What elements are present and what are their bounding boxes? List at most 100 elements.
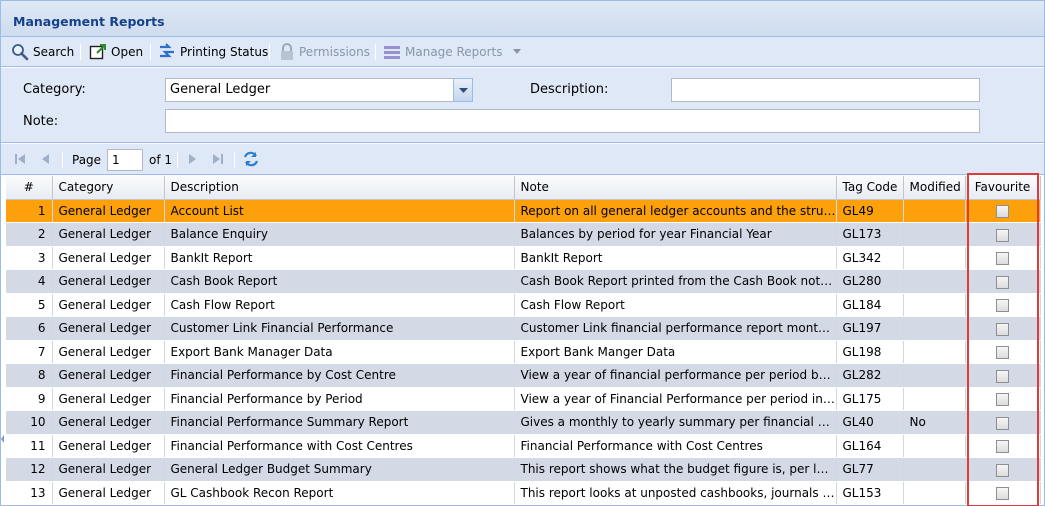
note-label: Note: xyxy=(23,114,59,129)
category-cell: General Ledger xyxy=(52,340,165,364)
grid-header-row: # Category Description Note Tag Code Mod… xyxy=(6,176,1041,200)
favourite-checkbox[interactable] xyxy=(996,393,1009,407)
row-number-cell: 4 xyxy=(6,269,53,294)
favourite-checkbox[interactable] xyxy=(996,463,1009,477)
category-select[interactable]: General Ledger xyxy=(165,78,473,102)
reports-grid: # Category Description Note Tag Code Mod… xyxy=(6,176,1041,505)
chevron-down-icon xyxy=(512,49,521,55)
management-reports-panel: Management Reports Search Open Printing … xyxy=(0,0,1045,506)
description-cell: Financial Performance Summary Report xyxy=(164,410,515,435)
table-row[interactable]: 5 General Ledger Cash Flow Report Cash Flow… xyxy=(6,293,1041,317)
list-icon xyxy=(383,44,401,60)
category-dropdown-trigger[interactable] xyxy=(453,78,473,102)
tag-code-cell: GL164 xyxy=(836,434,904,458)
favourite-checkbox[interactable] xyxy=(996,487,1009,501)
note-cell: View a year of Financial Performance per… xyxy=(514,387,837,411)
favourite-checkbox[interactable] xyxy=(996,252,1009,266)
column-header-description[interactable]: Description xyxy=(164,176,515,200)
table-row[interactable]: 9 General Ledger Financial Performance by … xyxy=(6,387,1041,411)
description-input[interactable] xyxy=(671,78,980,102)
table-row[interactable]: 11 General Ledger Financial Performance wi… xyxy=(6,434,1041,458)
table-row[interactable]: 10 General Ledger Financial Performance Su… xyxy=(6,410,1041,435)
tag-code-cell: GL175 xyxy=(836,387,904,411)
first-page-icon[interactable] xyxy=(13,152,27,169)
table-row[interactable]: 2 General Ledger Balance Enquiry Balances b… xyxy=(6,222,1041,247)
favourite-checkbox[interactable] xyxy=(996,275,1009,289)
category-cell: General Ledger xyxy=(52,363,165,388)
favourite-cell xyxy=(965,410,1041,435)
note-cell: Balances by period for year Financial Ye… xyxy=(514,222,837,247)
favourite-cell xyxy=(965,481,1041,505)
column-header-category[interactable]: Category xyxy=(52,176,165,200)
favourite-cell xyxy=(965,269,1041,294)
note-cell: Gives a monthly to yearly summary per fi… xyxy=(514,410,837,435)
favourite-checkbox[interactable] xyxy=(996,346,1009,360)
table-row[interactable]: 1 General Ledger Account List Report on all… xyxy=(6,199,1041,223)
favourite-cell xyxy=(965,457,1041,482)
chevron-down-icon xyxy=(458,83,468,98)
modified-cell xyxy=(903,481,966,505)
pager-separator xyxy=(62,152,63,168)
collapse-handle[interactable] xyxy=(1,431,4,447)
tag-code-cell: GL77 xyxy=(836,457,904,482)
table-row[interactable]: 12 General Ledger General Ledger Budget Su… xyxy=(6,457,1041,482)
favourite-checkbox[interactable] xyxy=(996,205,1009,219)
row-number-cell: 8 xyxy=(6,363,53,388)
favourite-checkbox[interactable] xyxy=(996,369,1009,383)
search-button[interactable]: Search xyxy=(11,42,74,62)
favourite-checkbox[interactable] xyxy=(996,440,1009,454)
table-row[interactable]: 8 General Ledger Financial Performance by … xyxy=(6,363,1041,388)
favourite-checkbox[interactable] xyxy=(996,228,1009,242)
category-cell: General Ledger xyxy=(52,222,165,247)
column-header-modified[interactable]: Modified xyxy=(903,176,966,200)
category-cell: General Ledger xyxy=(52,199,165,223)
favourite-cell xyxy=(965,316,1041,341)
open-button[interactable]: Open xyxy=(89,42,143,62)
table-row[interactable]: 4 General Ledger Cash Book Report Cash Book… xyxy=(6,269,1041,294)
note-cell: Cash Flow Report xyxy=(514,293,837,317)
table-row[interactable]: 6 General Ledger Customer Link Financial P… xyxy=(6,316,1041,341)
favourite-checkbox[interactable] xyxy=(996,299,1009,313)
modified-cell xyxy=(903,246,966,270)
table-row[interactable]: 7 General Ledger Export Bank Manager Data E… xyxy=(6,340,1041,364)
modified-cell xyxy=(903,222,966,247)
column-header-note[interactable]: Note xyxy=(514,176,837,200)
description-cell: Account List xyxy=(164,199,515,223)
manage-reports-button[interactable]: Manage Reports xyxy=(383,42,521,62)
toolbar-separator xyxy=(269,44,270,60)
panel-title: Management Reports xyxy=(13,14,165,29)
page-number-input[interactable]: 1 xyxy=(107,149,143,171)
note-cell: Financial Performance with Cost Centres xyxy=(514,434,837,458)
row-number-cell: 3 xyxy=(6,246,53,270)
row-number-cell: 11 xyxy=(6,434,53,458)
table-row[interactable]: 3 General Ledger BankIt Report BankIt Repor… xyxy=(6,246,1041,270)
description-cell: Cash Book Report xyxy=(164,269,515,294)
table-row[interactable]: 13 General Ledger GL Cashbook Recon Report… xyxy=(6,481,1041,505)
category-cell: General Ledger xyxy=(52,410,165,435)
favourite-checkbox[interactable] xyxy=(996,322,1009,336)
search-icon xyxy=(11,43,29,61)
row-number-cell: 9 xyxy=(6,387,53,411)
description-cell: Export Bank Manager Data xyxy=(164,340,515,364)
note-cell: This report looks at unposted cashbooks,… xyxy=(514,481,837,505)
toolbar-separator xyxy=(375,44,376,60)
next-page-icon[interactable] xyxy=(185,152,199,169)
column-header-tag-code[interactable]: Tag Code xyxy=(836,176,904,200)
column-header-number[interactable]: # xyxy=(6,176,53,200)
last-page-icon[interactable] xyxy=(211,152,225,169)
printing-status-button[interactable]: Printing Status xyxy=(158,42,268,62)
refresh-icon[interactable] xyxy=(242,150,260,171)
category-cell: General Ledger xyxy=(52,434,165,458)
column-header-favourite[interactable]: Favourite xyxy=(965,176,1041,200)
permissions-label: Permissions xyxy=(299,45,370,59)
modified-cell xyxy=(903,340,966,364)
row-number-cell: 6 xyxy=(6,316,53,341)
row-number-cell: 13 xyxy=(6,481,53,505)
previous-page-icon[interactable] xyxy=(39,152,53,169)
category-cell: General Ledger xyxy=(52,246,165,270)
permissions-button[interactable]: Permissions xyxy=(279,42,370,62)
tag-code-cell: GL173 xyxy=(836,222,904,247)
favourite-checkbox[interactable] xyxy=(996,416,1009,430)
description-cell: General Ledger Budget Summary xyxy=(164,457,515,482)
note-input[interactable] xyxy=(165,109,980,133)
